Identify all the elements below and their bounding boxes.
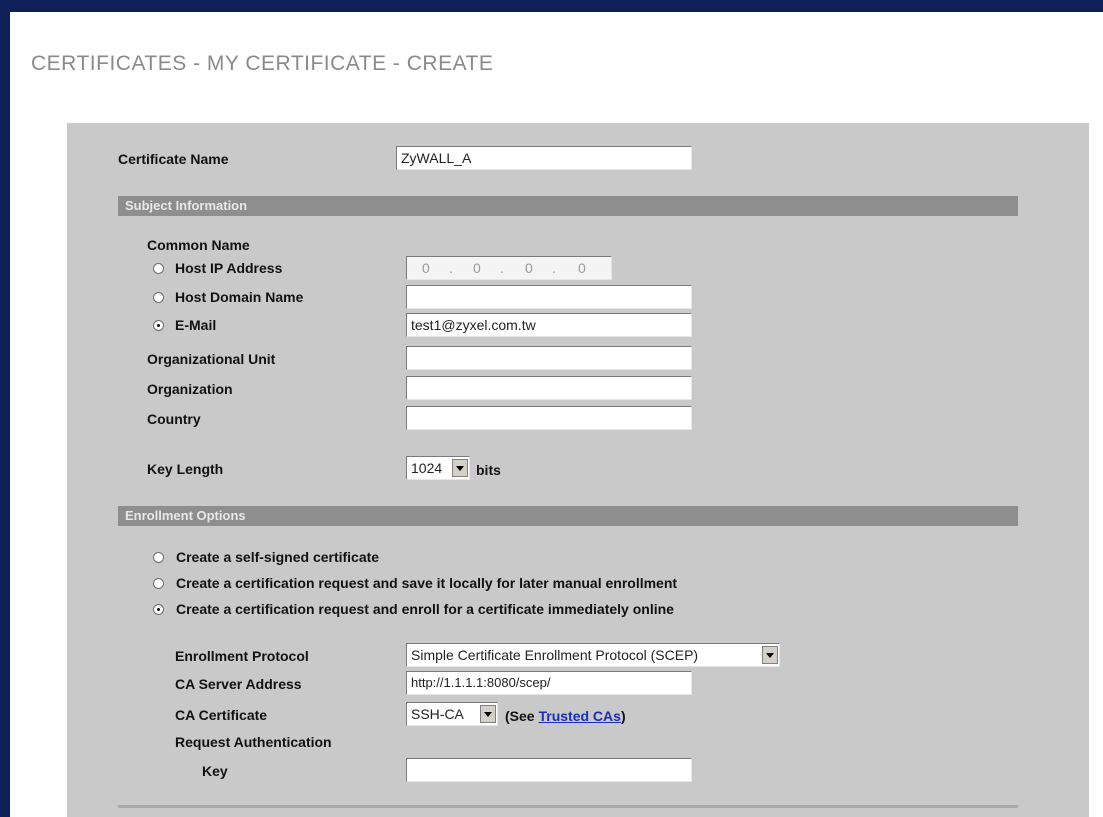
enroll-online-label: Create a certification request and enrol… — [176, 601, 674, 617]
host-ip-dot-3: . — [552, 260, 556, 276]
trusted-cas-link[interactable]: Trusted CAs — [538, 708, 620, 724]
country-input[interactable] — [406, 406, 692, 430]
key-length-select[interactable]: 1024 — [406, 456, 470, 480]
host-ip-input[interactable]: 0 . 0 . 0 . 0 — [406, 256, 612, 280]
chevron-down-icon[interactable] — [762, 646, 778, 664]
enroll-online-radio[interactable] — [153, 604, 164, 615]
organization-label: Organization — [147, 381, 233, 397]
ca-server-label: CA Server Address — [175, 676, 302, 692]
section-divider — [118, 805, 1018, 808]
enrollment-options-title: Enrollment Options — [125, 508, 246, 523]
window-frame-left — [0, 0, 10, 817]
enrollment-protocol-select[interactable]: Simple Certificate Enrollment Protocol (… — [406, 643, 780, 667]
org-unit-label: Organizational Unit — [147, 351, 276, 367]
organization-input[interactable] — [406, 376, 692, 400]
see-prefix: (See — [505, 708, 535, 724]
key-length-value: 1024 — [411, 460, 443, 476]
certificate-name-label: Certificate Name — [118, 151, 229, 167]
email-radio[interactable] — [153, 320, 164, 331]
host-ip-radio[interactable] — [153, 263, 164, 274]
self-signed-label: Create a self-signed certificate — [176, 549, 380, 565]
subject-information-title: Subject Information — [125, 198, 248, 213]
common-name-label: Common Name — [147, 237, 250, 253]
page-title: CERTIFICATES - MY CERTIFICATE - CREATE — [31, 52, 494, 75]
self-signed-radio[interactable] — [153, 552, 164, 563]
org-unit-input[interactable] — [406, 346, 692, 370]
host-ip-octet-3: 0 — [525, 260, 533, 276]
auth-key-label: Key — [202, 763, 228, 779]
key-length-label: Key Length — [147, 461, 224, 477]
chevron-down-icon[interactable] — [452, 459, 468, 477]
key-length-unit: bits — [476, 462, 501, 478]
email-label: E-Mail — [175, 317, 217, 333]
see-suffix: ) — [620, 708, 626, 724]
window-frame-corner — [10, 12, 40, 42]
save-locally-label: Create a certification request and save … — [176, 575, 678, 591]
enrollment-protocol-value: Simple Certificate Enrollment Protocol (… — [411, 647, 699, 663]
enrollment-protocol-label: Enrollment Protocol — [175, 648, 309, 664]
subject-information-header: Subject Information — [118, 196, 1018, 216]
see-trusted-cas-text: (See Trusted CAs) — [505, 708, 626, 724]
save-locally-radio[interactable] — [153, 578, 164, 589]
host-ip-octet-4: 0 — [578, 260, 586, 276]
ca-server-input[interactable]: http://1.1.1.1:8080/scep/ — [406, 671, 692, 695]
host-ip-dot-2: . — [500, 260, 504, 276]
chevron-down-icon[interactable] — [480, 705, 496, 723]
certificate-name-input[interactable]: ZyWALL_A — [396, 146, 692, 170]
ca-certificate-value: SSH-CA — [411, 706, 464, 722]
host-ip-dot-1: . — [449, 260, 453, 276]
host-ip-label: Host IP Address — [175, 260, 283, 276]
host-ip-octet-2: 0 — [473, 260, 481, 276]
request-authentication-label: Request Authentication — [175, 734, 332, 750]
window-frame-top — [0, 0, 1103, 12]
country-label: Country — [147, 411, 201, 427]
email-input[interactable]: test1@zyxel.com.tw — [406, 313, 692, 337]
ca-certificate-label: CA Certificate — [175, 707, 268, 723]
host-domain-input[interactable] — [406, 285, 692, 309]
host-ip-octet-1: 0 — [422, 260, 430, 276]
auth-key-input[interactable] — [406, 758, 692, 782]
host-domain-radio[interactable] — [153, 292, 164, 303]
enrollment-options-header: Enrollment Options — [118, 506, 1018, 526]
host-domain-label: Host Domain Name — [175, 289, 304, 305]
ca-certificate-select[interactable]: SSH-CA — [406, 702, 498, 726]
